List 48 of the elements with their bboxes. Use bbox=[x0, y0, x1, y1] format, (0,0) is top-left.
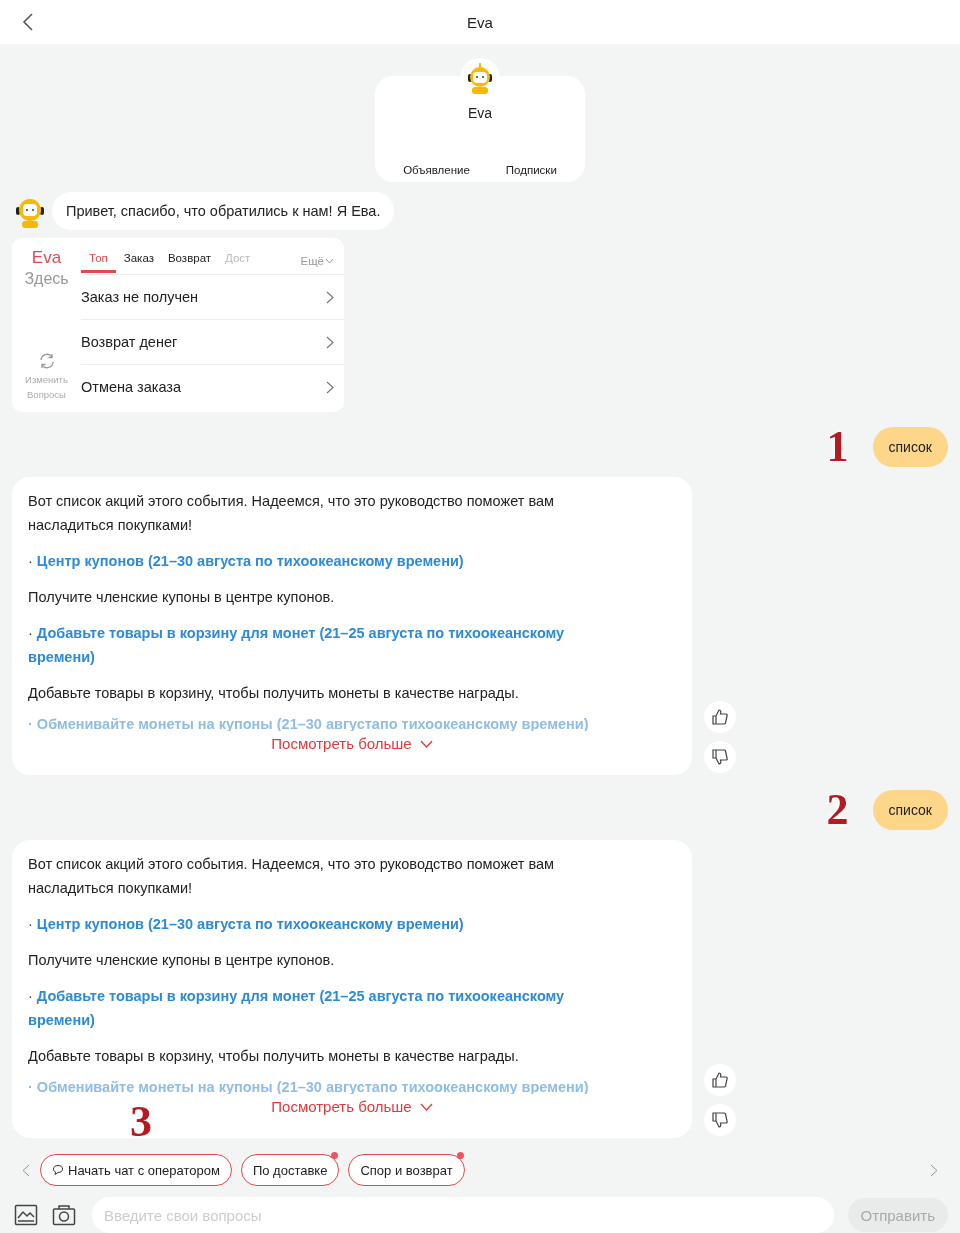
chevron-down-icon bbox=[419, 1102, 433, 1111]
greeting-message: Привет, спасибо, что обратились к нам! Я Ева. bbox=[52, 192, 395, 230]
message-text: Вот список акций этого события. Надеемся, что это руководство поможет вам насладиться покупками! bbox=[28, 492, 555, 535]
back-icon[interactable] bbox=[22, 12, 34, 32]
category-tab[interactable]: Топ bbox=[81, 252, 116, 273]
camera-icon[interactable] bbox=[52, 1204, 76, 1226]
thumbs-up-icon[interactable] bbox=[704, 1064, 736, 1096]
message-text: Добавьте товары в корзину, чтобы получить монеты в качестве награды. bbox=[28, 684, 520, 703]
bot-name: Eva bbox=[467, 105, 493, 121]
message-text: Вот список акций этого события. Надеемся, что это руководство поможет вам насладиться покупками! bbox=[28, 855, 555, 898]
message-text: Получите членские купоны в центре купонов. bbox=[28, 588, 336, 607]
category-tab[interactable]: Возврат bbox=[167, 252, 212, 273]
message-text: Добавьте товары в корзину, чтобы получить монеты в качестве награды. bbox=[28, 1047, 520, 1066]
quick-reply-chip[interactable]: Спор и возврат bbox=[348, 1154, 465, 1186]
step-marker: 2 bbox=[826, 788, 849, 832]
chevron-right-icon bbox=[326, 290, 334, 304]
thumbs-up-icon[interactable] bbox=[704, 701, 736, 733]
promo-link[interactable]: · Добавьте товары в корзину для монет (21–25 августа по тихоокеанскому времени) bbox=[28, 984, 628, 1032]
chevron-right-icon bbox=[326, 335, 334, 349]
message-text: Получите членские купоны в центре купонов. bbox=[28, 951, 336, 970]
card-subtitle: Здесь bbox=[24, 270, 69, 288]
question-item[interactable]: Отмена заказа bbox=[81, 365, 344, 409]
promo-link[interactable]: · Добавьте товары в корзину для монет (21–25 августа по тихоокеанскому времени) bbox=[28, 621, 628, 669]
chat-bubble-icon bbox=[52, 1164, 64, 1176]
profile-link[interactable]: Подписки bbox=[505, 164, 557, 176]
promo-link[interactable]: · Центр купонов (21–30 августа по тихоокеанскому времени) bbox=[28, 912, 628, 936]
see-more-link[interactable]: Посмотреть больше bbox=[271, 735, 433, 752]
brand-label: Eva bbox=[31, 248, 62, 268]
step-marker: 1 bbox=[826, 425, 849, 469]
category-tab[interactable]: Заказ bbox=[123, 252, 154, 273]
chevron-right-icon bbox=[326, 380, 334, 394]
see-more-link[interactable]: Посмотреть больше bbox=[271, 1098, 433, 1115]
question-item[interactable]: Заказ не получен bbox=[81, 275, 344, 320]
user-message: список bbox=[872, 790, 948, 830]
thumbs-down-icon[interactable] bbox=[704, 1104, 736, 1136]
profile-link[interactable]: Объявление bbox=[403, 164, 470, 176]
user-message: список bbox=[872, 427, 948, 467]
step-marker: 3 bbox=[130, 1100, 152, 1144]
thumbs-down-icon[interactable] bbox=[704, 741, 736, 773]
quick-reply-chip[interactable]: Начать чат с оператором bbox=[40, 1154, 232, 1186]
chat-title: Eva bbox=[467, 13, 493, 31]
image-icon[interactable] bbox=[14, 1204, 38, 1226]
quick-reply-chip[interactable]: По доставке bbox=[240, 1154, 340, 1186]
refresh-icon[interactable] bbox=[37, 352, 56, 370]
question-item[interactable]: Возврат денег bbox=[81, 320, 344, 365]
promo-link[interactable]: · Центр купонов (21–30 августа по тихоокеанскому времени) bbox=[28, 549, 628, 573]
chevron-down-icon bbox=[325, 258, 334, 264]
chevron-down-icon bbox=[419, 739, 433, 748]
